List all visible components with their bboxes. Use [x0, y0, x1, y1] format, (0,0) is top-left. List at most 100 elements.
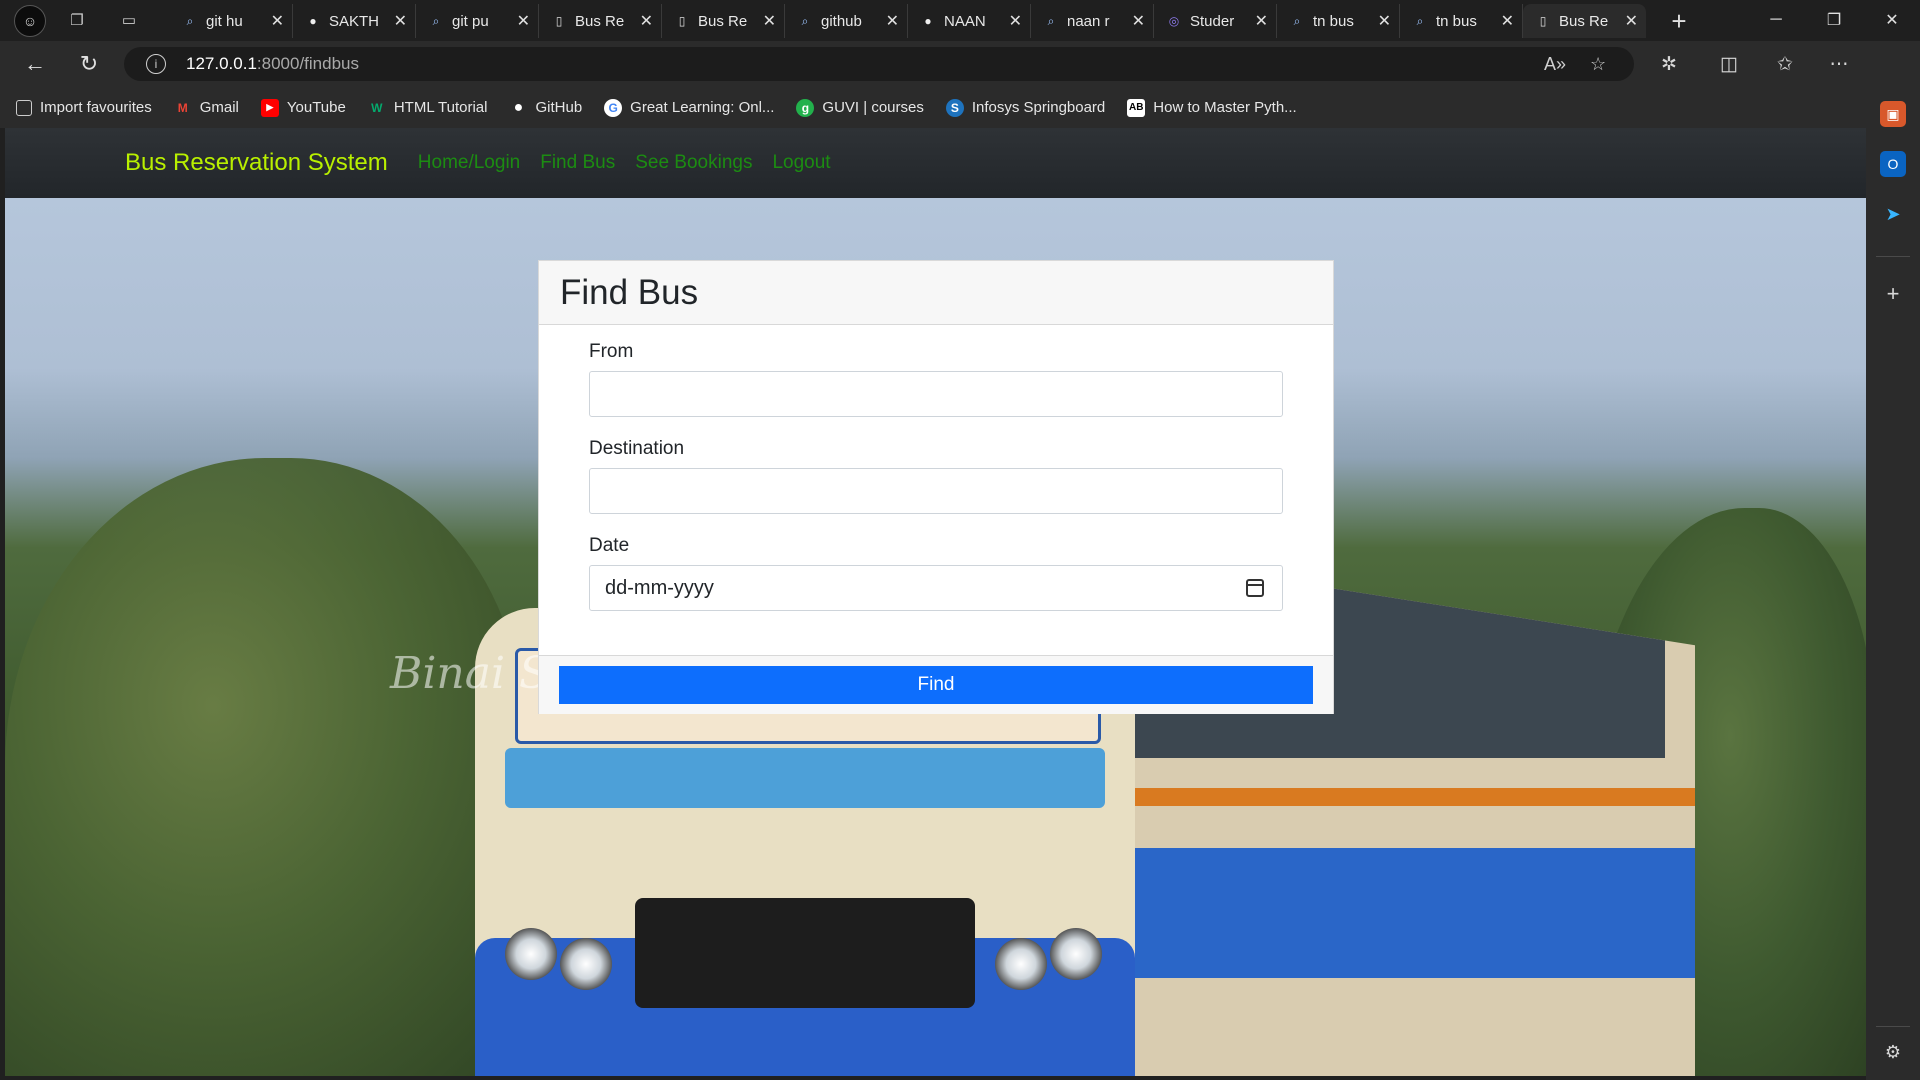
edge-sidebar: ▣ O ➤ + ⚙ [1866, 41, 1920, 1080]
close-tab-icon[interactable]: ✕ [763, 11, 776, 31]
profile-avatar[interactable]: ☺ [14, 5, 46, 37]
site-navbar: Bus Reservation System Home/Login Find B… [5, 128, 1866, 198]
from-group: From [589, 341, 1283, 417]
nav-find-bus[interactable]: Find Bus [540, 152, 615, 174]
date-label: Date [589, 535, 630, 556]
w3schools-icon: W [371, 100, 383, 115]
url-text[interactable]: 127.0.0.1:8000/findbus [186, 54, 359, 74]
page-icon: ▯ [555, 14, 563, 28]
search-icon: ⌕ [1293, 13, 1301, 28]
card-header: Find Bus [539, 261, 1333, 325]
nav-home-login[interactable]: Home/Login [418, 152, 520, 174]
tab-strip: ☺ ❐ ▭ ⌕ git hu ✕ ● SAKTH ✕ ⌕ git pu ✕ ▯ Bus Re ✕… [0, 0, 1920, 41]
browser-toolbar: ← ↻ i 127.0.0.1:8000/findbus A» ☆ ✲ ◫ ✩ … [0, 41, 1920, 87]
close-tab-icon[interactable]: ✕ [394, 11, 407, 31]
calendar-icon[interactable] [1246, 579, 1264, 597]
favourite-github[interactable]: ● GitHub [509, 99, 583, 117]
page-viewport: Binai S Bus Reservation System Home/Logi… [5, 128, 1866, 1076]
youtube-icon: ▶ [260, 98, 279, 117]
close-tab-icon[interactable]: ✕ [1378, 11, 1391, 31]
search-icon: ⌕ [1416, 13, 1424, 28]
card-footer: Find [539, 655, 1333, 714]
favourite-gmail[interactable]: M Gmail [174, 99, 239, 117]
nav-logout[interactable]: Logout [772, 152, 830, 174]
workspaces-icon[interactable]: ❐ [64, 8, 90, 32]
infosys-icon: S [945, 98, 964, 117]
browser-tab[interactable]: ▯ Bus Re ✕ [662, 4, 785, 38]
date-placeholder: dd-mm-yyyy [605, 576, 714, 599]
close-tab-icon[interactable]: ✕ [271, 11, 284, 31]
from-input[interactable] [589, 371, 1283, 417]
browser-tab[interactable]: ⌕ tn bus ✕ [1277, 4, 1400, 38]
close-window-icon[interactable]: ✕ [1864, 6, 1920, 34]
github-icon: ● [309, 14, 317, 28]
browser-tab[interactable]: ● SAKTH ✕ [293, 4, 416, 38]
favourite-master-python[interactable]: AB How to Master Pyth... [1127, 98, 1297, 117]
background-trees [5, 458, 525, 1076]
split-screen-icon[interactable]: ◫ [1714, 49, 1744, 79]
favorite-star-icon[interactable]: ☆ [1590, 54, 1606, 75]
browser-tab-active[interactable]: ▯ Bus Re ✕ [1523, 4, 1646, 38]
import-icon [16, 99, 32, 116]
back-icon[interactable]: ← [20, 50, 50, 78]
read-aloud-icon[interactable]: A» [1544, 54, 1566, 75]
send-icon[interactable]: ➤ [1880, 201, 1906, 227]
destination-input[interactable] [589, 468, 1283, 514]
date-input[interactable]: dd-mm-yyyy [589, 565, 1283, 611]
browser-tab[interactable]: ● NAAN ✕ [908, 4, 1031, 38]
browser-tab[interactable]: ◎ Studer ✕ [1154, 4, 1277, 38]
from-label: From [589, 341, 634, 362]
close-tab-icon[interactable]: ✕ [886, 11, 899, 31]
tab-list: ⌕ git hu ✕ ● SAKTH ✕ ⌕ git pu ✕ ▯ Bus Re ✕ ▯ Bus … [170, 4, 1646, 38]
site-info-icon[interactable]: i [146, 54, 166, 74]
search-icon: ⌕ [1047, 13, 1055, 28]
reload-icon[interactable]: ↻ [74, 50, 104, 78]
more-menu-icon[interactable]: ⋯ [1824, 49, 1854, 79]
favourite-youtube[interactable]: ▶ YouTube [260, 98, 346, 117]
favourite-import[interactable]: Import favourites [16, 99, 152, 116]
favorites-icon[interactable]: ✩ [1770, 49, 1800, 79]
close-tab-icon[interactable]: ✕ [517, 11, 530, 31]
page-icon: ▯ [1539, 14, 1547, 28]
browser-tab[interactable]: ⌕ naan r ✕ [1031, 4, 1154, 38]
tab-actions-icon[interactable]: ▭ [116, 8, 142, 32]
favourite-guvi[interactable]: g GUVI | courses [796, 98, 924, 117]
destination-group: Destination [589, 438, 1283, 514]
close-tab-icon[interactable]: ✕ [1132, 11, 1145, 31]
browser-tab[interactable]: ▯ Bus Re ✕ [539, 4, 662, 38]
destination-label: Destination [589, 438, 685, 459]
nav-see-bookings[interactable]: See Bookings [635, 152, 752, 174]
date-group: Date dd-mm-yyyy [589, 535, 1283, 611]
guvi-icon: g [796, 98, 815, 117]
search-icon: ⌕ [186, 13, 194, 28]
find-button[interactable]: Find [559, 666, 1313, 704]
gmail-icon: M [177, 100, 188, 115]
minimize-icon[interactable]: ─ [1748, 6, 1804, 34]
browser-tab[interactable]: ⌕ tn bus ✕ [1400, 4, 1523, 38]
nav-links: Home/Login Find Bus See Bookings Logout [398, 152, 831, 174]
favourite-great-learning[interactable]: G Great Learning: Onl... [604, 98, 774, 117]
restore-icon[interactable]: ❐ [1806, 6, 1862, 34]
close-tab-icon[interactable]: ✕ [640, 11, 653, 31]
outlook-icon[interactable]: O [1880, 151, 1906, 177]
favourite-html-tutorial[interactable]: W HTML Tutorial [368, 99, 487, 117]
address-bar[interactable]: i 127.0.0.1:8000/findbus A» ☆ [124, 47, 1634, 81]
close-tab-icon[interactable]: ✕ [1501, 11, 1514, 31]
add-icon[interactable]: + [1880, 281, 1906, 307]
browser-tab[interactable]: ⌕ git hu ✕ [170, 4, 293, 38]
browser-tab[interactable]: ⌕ git pu ✕ [416, 4, 539, 38]
site-brand[interactable]: Bus Reservation System [125, 149, 388, 177]
close-tab-icon[interactable]: ✕ [1255, 11, 1268, 31]
google-icon: G [604, 98, 623, 117]
close-tab-icon[interactable]: ✕ [1009, 11, 1022, 31]
extensions-icon[interactable]: ✲ [1654, 49, 1684, 79]
close-tab-icon[interactable]: ✕ [1625, 11, 1638, 31]
github-icon: ● [924, 14, 932, 28]
new-tab-icon[interactable]: + [1664, 6, 1694, 36]
browser-tab[interactable]: ⌕ github ✕ [785, 4, 908, 38]
tools-icon[interactable]: ▣ [1880, 101, 1906, 127]
favourite-infosys[interactable]: S Infosys Springboard [945, 98, 1105, 117]
settings-gear-icon[interactable]: ⚙ [1880, 1039, 1906, 1065]
sidebar-divider [1876, 256, 1910, 257]
card-title: Find Bus [560, 272, 699, 312]
